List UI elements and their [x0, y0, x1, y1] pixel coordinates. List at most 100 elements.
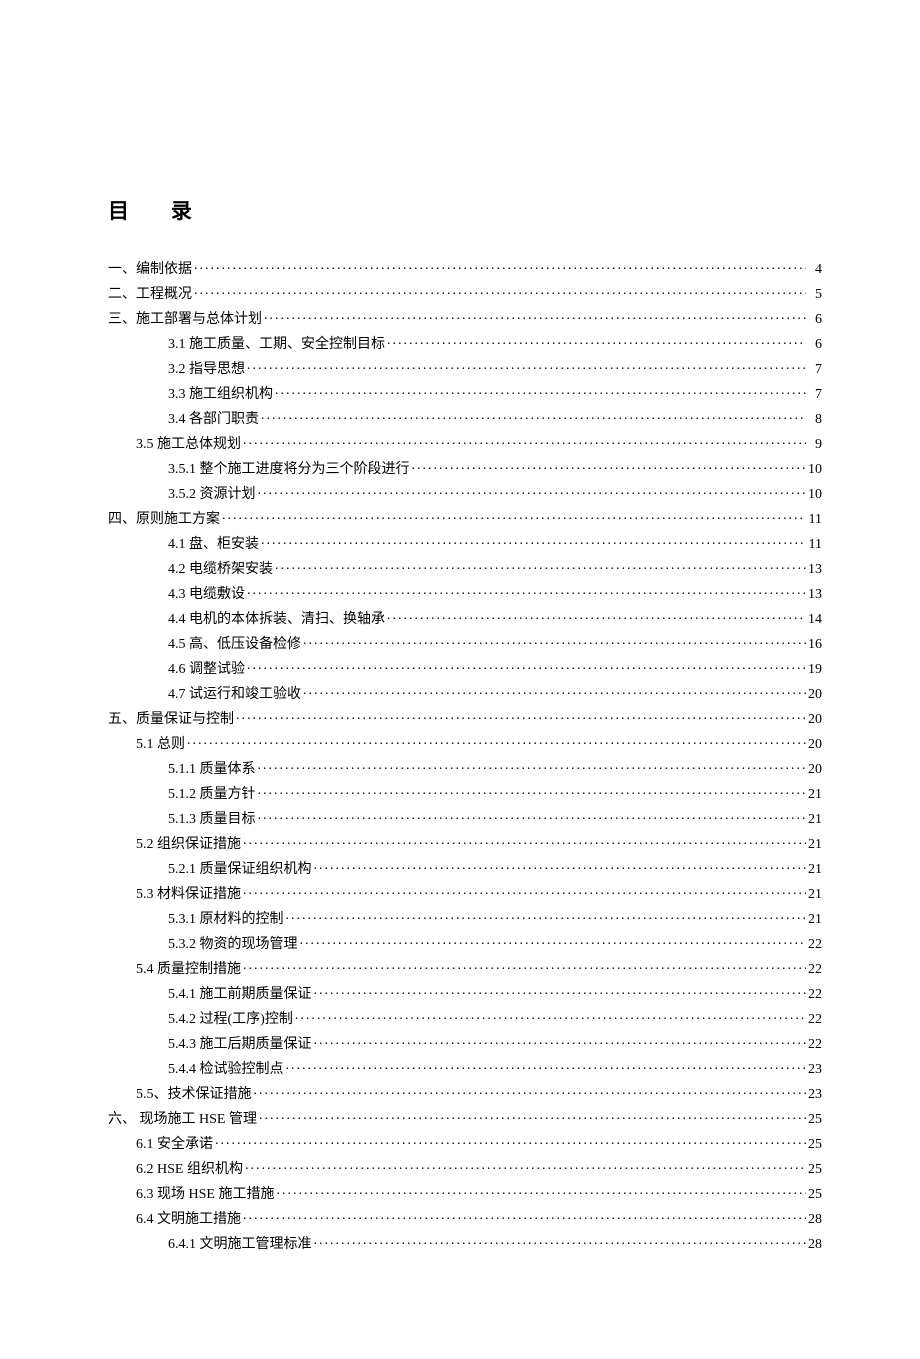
toc-entry: 6.1 安全承诺25 — [108, 1134, 822, 1150]
toc-entry-label: 5.5、技术保证措施 — [136, 1088, 252, 1102]
toc-entry: 一、编制依据4 — [108, 259, 822, 275]
toc-dot-leader — [215, 1134, 806, 1148]
toc-entry-page: 21 — [808, 813, 822, 827]
toc-dot-leader — [243, 884, 806, 898]
toc-entry: 4.1 盘、柜安装11 — [108, 534, 822, 550]
toc-entry-page: 22 — [808, 963, 822, 977]
toc-entry: 5.1 总则 20 — [108, 734, 822, 750]
toc-entry-page: 21 — [808, 838, 822, 852]
toc-entry-page: 13 — [808, 588, 822, 602]
toc-entry: 4.7 试运行和竣工验收 20 — [108, 684, 822, 700]
toc-entry-page: 25 — [808, 1138, 822, 1152]
toc-entry-label: 5.1.1 质量体系 — [168, 763, 256, 777]
toc-entry-label: 二、工程概况 — [108, 288, 192, 302]
toc-entry: 3.5.2 资源计划10 — [108, 484, 822, 500]
toc-entry-page: 6 — [808, 338, 822, 352]
toc-entry-page: 19 — [808, 663, 822, 677]
toc-entry: 3.5 施工总体规划9 — [108, 434, 822, 450]
toc-entry-label: 3.3 施工组织机构 — [168, 388, 273, 402]
toc-entry-label: 三、施工部署与总体计划 — [108, 313, 262, 327]
toc-entry-page: 5 — [808, 288, 822, 302]
toc-dot-leader — [245, 1159, 806, 1173]
toc-dot-leader — [300, 934, 807, 948]
toc-entry-label: 6.4.1 文明施工管理标准 — [168, 1238, 312, 1252]
toc-entry: 5.4.2 过程(工序)控制22 — [108, 1009, 822, 1025]
toc-entry: 5.2.1 质量保证组织机构21 — [108, 859, 822, 875]
toc-entry-label: 4.4 电机的本体拆装、清扫、换轴承 — [168, 613, 385, 627]
toc-entry-page: 22 — [808, 988, 822, 1002]
toc-entry-page: 11 — [808, 513, 822, 527]
toc-entry-page: 22 — [808, 938, 822, 952]
toc-entry-label: 5.1.3 质量目标 — [168, 813, 256, 827]
toc-dot-leader — [243, 434, 806, 448]
toc-entry-page: 16 — [808, 638, 822, 652]
toc-dot-leader — [303, 684, 806, 698]
toc-entry: 5.2 组织保证措施 21 — [108, 834, 822, 850]
toc-dot-leader — [259, 1109, 806, 1123]
toc-entry-label: 6.3 现场 HSE 施工措施 — [136, 1188, 274, 1202]
toc-entry-page: 14 — [808, 613, 822, 627]
toc-entry: 6.2 HSE 组织机构25 — [108, 1159, 822, 1175]
toc-entry-page: 25 — [808, 1113, 822, 1127]
toc-dot-leader — [275, 559, 806, 573]
document-page: 目 录 一、编制依据4二、工程概况5三、施工部署与总体计划63.1 施工质量、工… — [0, 0, 920, 1359]
toc-dot-leader — [243, 1209, 806, 1223]
toc-entry-label: 5.3 材料保证措施 — [136, 888, 241, 902]
toc-entry-label: 5.2 组织保证措施 — [136, 838, 241, 852]
toc-entry: 5.3 材料保证措施 21 — [108, 884, 822, 900]
toc-dot-leader — [247, 659, 806, 673]
toc-entry: 五、质量保证与控制20 — [108, 709, 822, 725]
toc-entry-page: 10 — [808, 488, 822, 502]
toc-dot-leader — [194, 259, 806, 273]
toc-entry-page: 23 — [808, 1088, 822, 1102]
toc-entry-label: 4.7 试运行和竣工验收 — [168, 688, 301, 702]
toc-entry-page: 9 — [808, 438, 822, 452]
toc-entry-label: 3.5.1 整个施工进度将分为三个阶段进行 — [168, 463, 410, 477]
toc-entry-label: 3.2 指导思想 — [168, 363, 245, 377]
toc-entry-label: 一、编制依据 — [108, 263, 192, 277]
toc-entry: 三、施工部署与总体计划6 — [108, 309, 822, 325]
toc-entry-page: 21 — [808, 888, 822, 902]
toc-entry: 5.4.1 施工前期质量保证 22 — [108, 984, 822, 1000]
toc-entry-label: 5.1.2 质量方针 — [168, 788, 256, 802]
toc-entry-label: 3.1 施工质量、工期、安全控制目标 — [168, 338, 385, 352]
toc-entry: 4.3 电缆敷设 13 — [108, 584, 822, 600]
toc-entry: 3.2 指导思想7 — [108, 359, 822, 375]
toc-dot-leader — [314, 1234, 807, 1248]
toc-dot-leader — [387, 334, 806, 348]
toc-entry: 3.4 各部门职责8 — [108, 409, 822, 425]
toc-entry-label: 5.3.2 物资的现场管理 — [168, 938, 298, 952]
toc-entry-label: 6.4 文明施工措施 — [136, 1213, 241, 1227]
toc-dot-leader — [387, 609, 806, 623]
toc-entry-page: 28 — [808, 1213, 822, 1227]
toc-entry: 5.1.2 质量方针21 — [108, 784, 822, 800]
toc-entry-page: 20 — [808, 738, 822, 752]
toc-dot-leader — [303, 634, 806, 648]
page-title: 目 录 — [108, 195, 822, 225]
toc-dot-leader — [314, 859, 807, 873]
toc-entry-label: 5.1 总则 — [136, 738, 185, 752]
toc-entry: 四、原则施工方案11 — [108, 509, 822, 525]
toc-entry: 5.4.3 施工后期质量保证22 — [108, 1034, 822, 1050]
toc-dot-leader — [275, 384, 806, 398]
toc-entry-page: 21 — [808, 863, 822, 877]
toc-entry-page: 13 — [808, 563, 822, 577]
toc-entry: 5.1.3 质量目标 21 — [108, 809, 822, 825]
toc-entry: 3.3 施工组织机构7 — [108, 384, 822, 400]
toc-entry-label: 5.4.1 施工前期质量保证 — [168, 988, 312, 1002]
toc-entry: 4.2 电缆桥架安装13 — [108, 559, 822, 575]
toc-dot-leader — [286, 1059, 807, 1073]
toc-entry: 6.3 现场 HSE 施工措施25 — [108, 1184, 822, 1200]
toc-dot-leader — [258, 784, 807, 798]
toc-entry-page: 20 — [808, 688, 822, 702]
toc-dot-leader — [194, 284, 806, 298]
toc-entry-page: 21 — [808, 913, 822, 927]
toc-dot-leader — [247, 584, 806, 598]
toc-entry-page: 22 — [808, 1013, 822, 1027]
toc-dot-leader — [314, 984, 807, 998]
toc-entry-label: 4.3 电缆敷设 — [168, 588, 245, 602]
toc-dot-leader — [236, 709, 806, 723]
toc-entry: 4.6 调整试验19 — [108, 659, 822, 675]
toc-entry: 6.4 文明施工措施 28 — [108, 1209, 822, 1225]
toc-entry: 5.3.1 原材料的控制21 — [108, 909, 822, 925]
